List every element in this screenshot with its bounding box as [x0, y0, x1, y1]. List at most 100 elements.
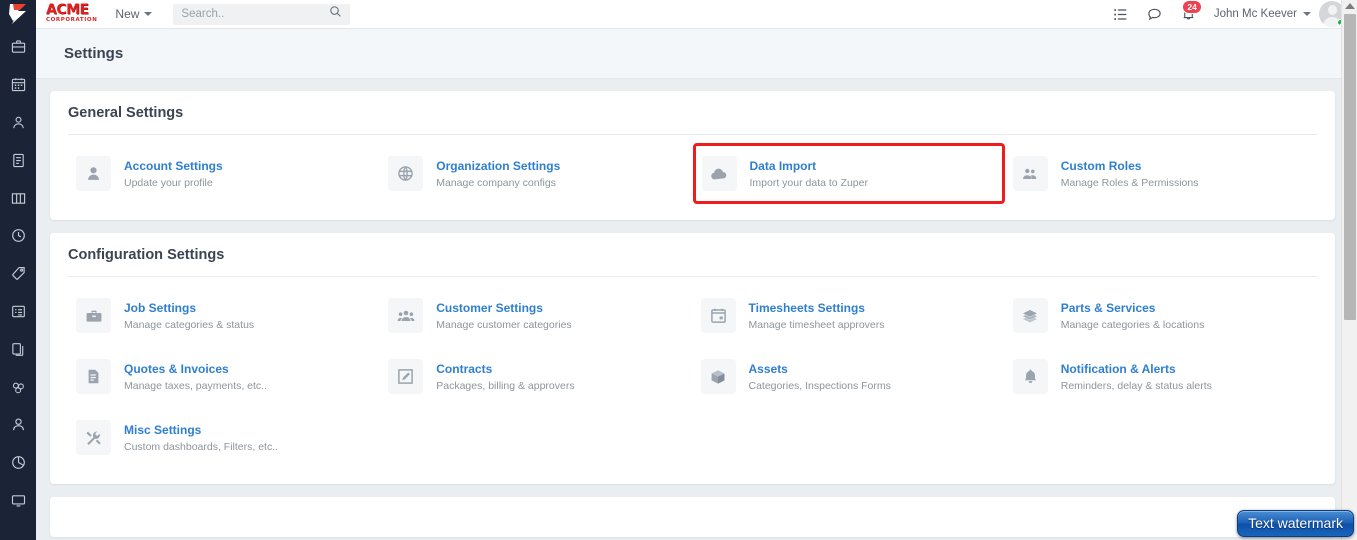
tile-label: Notification & Alerts [1060, 361, 1176, 376]
briefcase-icon [11, 39, 26, 54]
form-list-icon [11, 304, 26, 319]
tile-subtitle: Manage taxes, payments, etc.. [124, 379, 267, 392]
tile-subtitle: Import your data to Zuper [749, 176, 868, 189]
rail-item-timesheets[interactable] [0, 217, 36, 255]
zuper-logo-icon[interactable] [0, 0, 36, 28]
rail-item-forms[interactable] [0, 293, 36, 331]
general-settings-heading: General Settings [68, 105, 1317, 135]
tile-text: Customer Settings Manage customer catego… [436, 299, 571, 333]
bell-icon [1012, 359, 1048, 394]
clock-icon [11, 228, 26, 243]
rail-item-parts[interactable] [0, 368, 36, 406]
settings-tile-notification-and-alerts[interactable]: Notification & Alerts Reminders, delay &… [1005, 346, 1317, 407]
tile-label: Quotes & Invoices [124, 361, 229, 376]
top-bar-actions: 24 John Mc Keever [1104, 0, 1347, 29]
user-location-icon [11, 115, 26, 130]
tile-subtitle: Categories, Inspections Forms [748, 379, 891, 392]
notifications-bell-icon[interactable]: 24 [1172, 0, 1206, 29]
rail-item-invoices[interactable] [0, 141, 36, 179]
user-menu[interactable]: John Mc Keever [1214, 8, 1311, 20]
settings-tile-organization-settings[interactable]: Organization Settings Manage company con… [380, 143, 692, 204]
rail-item-customers[interactable] [0, 406, 36, 444]
text-watermark-button[interactable]: Text watermark [1237, 510, 1354, 537]
layers-icon [1012, 298, 1048, 333]
tile-subtitle: Manage company configs [436, 176, 556, 189]
tile-label: Job Settings [124, 300, 197, 315]
calendar-card-icon [700, 298, 736, 333]
next-settings-card-partial [50, 497, 1335, 537]
briefcase-icon [76, 298, 111, 333]
scrollbar-thumb[interactable] [1344, 14, 1356, 320]
rail-item-dispatch[interactable] [0, 104, 36, 142]
notification-count-badge: 24 [1182, 0, 1202, 14]
settings-tile-timesheets-settings[interactable]: Timesheets Settings Manage timesheet app… [693, 285, 1005, 346]
settings-tile-contracts[interactable]: Contracts Packages, billing & approvers [380, 346, 692, 407]
tile-label: Customer Settings [436, 300, 543, 315]
settings-tile-job-settings[interactable]: Job Settings Manage categories & status [68, 285, 380, 346]
chevron-down-icon [1303, 12, 1311, 16]
edit-square-icon [388, 359, 424, 394]
tile-text: Account Settings Update your profile [124, 157, 223, 191]
tile-subtitle: Manage Roles & Permissions [1060, 176, 1199, 189]
settings-tile-quotes-and-invoices[interactable]: Quotes & Invoices Manage taxes, payments… [68, 346, 380, 407]
rail-item-reports[interactable] [0, 444, 36, 482]
tile-text: Timesheets Settings Manage timesheet app… [749, 299, 885, 333]
chat-bubble-icon[interactable] [1138, 0, 1172, 29]
general-settings-grid: Account Settings Update your profile Org… [68, 143, 1317, 204]
monitor-icon [11, 493, 26, 508]
settings-tile-assets[interactable]: Assets Categories, Inspections Forms [693, 346, 1005, 407]
acme-brand-logo[interactable]: ACME CORPORATION [46, 2, 98, 24]
general-settings-card: General Settings Account Settings Update… [50, 91, 1335, 220]
tile-subtitle: Manage categories & locations [1060, 318, 1205, 331]
person-icon [11, 417, 26, 432]
tile-text: Parts & Services Manage categories & loc… [1061, 299, 1205, 333]
settings-tile-misc-settings[interactable]: Misc Settings Custom dashboards, Filters… [68, 407, 380, 468]
tile-text: Misc Settings Custom dashboards, Filters… [124, 421, 278, 455]
tile-label: Custom Roles [1060, 158, 1142, 173]
tile-subtitle: Manage timesheet approvers [748, 318, 885, 331]
tile-label: Account Settings [124, 158, 223, 173]
settings-tile-account-settings[interactable]: Account Settings Update your profile [68, 143, 380, 204]
invoice-icon [76, 359, 111, 394]
rail-item-schedule[interactable] [0, 66, 36, 104]
tile-label: Misc Settings [124, 422, 202, 437]
tile-subtitle: Update your profile [124, 176, 213, 189]
settings-tile-data-import[interactable]: Data Import Import your data to Zuper [692, 143, 1005, 204]
tile-label: Assets [748, 361, 788, 376]
configuration-settings-heading: Configuration Settings [68, 247, 1317, 277]
avatar-head [1327, 5, 1337, 15]
settings-scroll-area: General Settings Account Settings Update… [36, 79, 1357, 540]
search-input[interactable] [181, 8, 330, 20]
new-button[interactable]: New [115, 7, 153, 21]
tile-label: Contracts [436, 361, 493, 376]
tile-text: Custom Roles Manage Roles & Permissions [1061, 157, 1199, 191]
brand-name-top: ACME [46, 2, 89, 18]
tile-text: Notification & Alerts Reminders, delay &… [1061, 360, 1212, 394]
rail-item-board[interactable] [0, 179, 36, 217]
settings-tile-parts-and-services[interactable]: Parts & Services Manage categories & loc… [1005, 285, 1317, 346]
rail-item-contracts[interactable] [0, 330, 36, 368]
search-icon[interactable] [329, 5, 342, 23]
document-icon [11, 153, 26, 168]
search-box[interactable] [173, 3, 351, 25]
rail-item-jobs[interactable] [0, 28, 36, 66]
scroll-up-arrow-icon[interactable] [1345, 3, 1355, 9]
settings-tile-custom-roles[interactable]: Custom Roles Manage Roles & Permissions [1005, 143, 1317, 204]
tile-text: Organization Settings Manage company con… [436, 157, 560, 191]
tile-text: Quotes & Invoices Manage taxes, payments… [124, 360, 267, 394]
cube-icon [700, 359, 736, 394]
page-title: Settings [64, 45, 124, 62]
settings-tile-customer-settings[interactable]: Customer Settings Manage customer catego… [380, 285, 692, 346]
vertical-scrollbar[interactable] [1341, 0, 1357, 540]
calendar-icon [11, 77, 26, 92]
rail-item-quotes[interactable] [0, 255, 36, 293]
tile-subtitle: Custom dashboards, Filters, etc.. [124, 440, 279, 453]
left-icon-rail [0, 0, 36, 540]
tile-text: Data Import Import your data to Zuper [750, 157, 868, 191]
tile-text: Contracts Packages, billing & approvers [436, 360, 574, 394]
chevron-down-icon [144, 12, 153, 16]
rail-item-dashboard[interactable] [0, 482, 36, 520]
people-icon [1012, 156, 1048, 191]
list-view-icon[interactable] [1104, 0, 1138, 29]
brand-name-bottom: CORPORATION [46, 17, 98, 23]
